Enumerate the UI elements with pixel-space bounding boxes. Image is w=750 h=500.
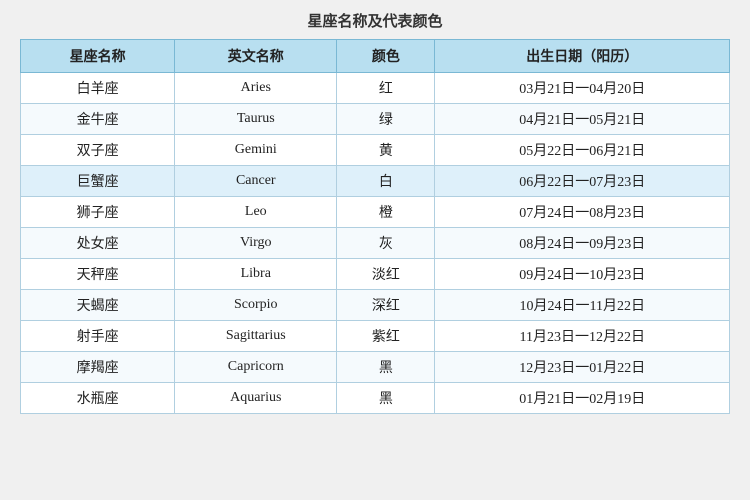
cell-8-1: Sagittarius (175, 321, 337, 352)
zodiac-table: 星座名称英文名称颜色出生日期（阳历） 白羊座Aries红03月21日一04月20… (20, 39, 730, 414)
cell-0-3: 03月21日一04月20日 (435, 73, 730, 104)
table-row: 射手座Sagittarius紫红11月23日一12月22日 (21, 321, 730, 352)
cell-2-1: Gemini (175, 135, 337, 166)
cell-6-1: Libra (175, 259, 337, 290)
cell-2-2: 黄 (337, 135, 435, 166)
cell-7-3: 10月24日一11月22日 (435, 290, 730, 321)
table-row: 白羊座Aries红03月21日一04月20日 (21, 73, 730, 104)
page-title: 星座名称及代表颜色 (307, 10, 442, 31)
table-header-row: 星座名称英文名称颜色出生日期（阳历） (21, 40, 730, 73)
table-row: 双子座Gemini黄05月22日一06月21日 (21, 135, 730, 166)
cell-7-2: 深红 (337, 290, 435, 321)
cell-4-3: 07月24日一08月23日 (435, 197, 730, 228)
cell-2-0: 双子座 (21, 135, 175, 166)
cell-8-2: 紫红 (337, 321, 435, 352)
table-row: 摩羯座Capricorn黑12月23日一01月22日 (21, 352, 730, 383)
cell-10-0: 水瓶座 (21, 383, 175, 414)
column-header: 星座名称 (21, 40, 175, 73)
cell-2-3: 05月22日一06月21日 (435, 135, 730, 166)
cell-9-0: 摩羯座 (21, 352, 175, 383)
column-header: 颜色 (337, 40, 435, 73)
cell-6-3: 09月24日一10月23日 (435, 259, 730, 290)
cell-5-2: 灰 (337, 228, 435, 259)
cell-3-1: Cancer (175, 166, 337, 197)
cell-10-2: 黑 (337, 383, 435, 414)
column-header: 英文名称 (175, 40, 337, 73)
table-row: 处女座Virgo灰08月24日一09月23日 (21, 228, 730, 259)
table-row: 金牛座Taurus绿04月21日一05月21日 (21, 104, 730, 135)
cell-4-2: 橙 (337, 197, 435, 228)
table-row: 狮子座Leo橙07月24日一08月23日 (21, 197, 730, 228)
cell-8-0: 射手座 (21, 321, 175, 352)
cell-1-3: 04月21日一05月21日 (435, 104, 730, 135)
cell-4-0: 狮子座 (21, 197, 175, 228)
cell-10-1: Aquarius (175, 383, 337, 414)
cell-9-3: 12月23日一01月22日 (435, 352, 730, 383)
cell-3-0: 巨蟹座 (21, 166, 175, 197)
cell-10-3: 01月21日一02月19日 (435, 383, 730, 414)
column-header: 出生日期（阳历） (435, 40, 730, 73)
cell-5-3: 08月24日一09月23日 (435, 228, 730, 259)
cell-6-2: 淡红 (337, 259, 435, 290)
cell-8-3: 11月23日一12月22日 (435, 321, 730, 352)
table-row: 水瓶座Aquarius黑01月21日一02月19日 (21, 383, 730, 414)
cell-7-0: 天蝎座 (21, 290, 175, 321)
cell-6-0: 天秤座 (21, 259, 175, 290)
cell-5-0: 处女座 (21, 228, 175, 259)
table-row: 天蝎座Scorpio深红10月24日一11月22日 (21, 290, 730, 321)
cell-0-0: 白羊座 (21, 73, 175, 104)
cell-9-1: Capricorn (175, 352, 337, 383)
cell-5-1: Virgo (175, 228, 337, 259)
table-body: 白羊座Aries红03月21日一04月20日金牛座Taurus绿04月21日一0… (21, 73, 730, 414)
cell-0-1: Aries (175, 73, 337, 104)
table-row: 天秤座Libra淡红09月24日一10月23日 (21, 259, 730, 290)
table-row: 巨蟹座Cancer白06月22日一07月23日 (21, 166, 730, 197)
cell-3-2: 白 (337, 166, 435, 197)
cell-0-2: 红 (337, 73, 435, 104)
cell-1-0: 金牛座 (21, 104, 175, 135)
cell-3-3: 06月22日一07月23日 (435, 166, 730, 197)
cell-1-1: Taurus (175, 104, 337, 135)
cell-4-1: Leo (175, 197, 337, 228)
cell-9-2: 黑 (337, 352, 435, 383)
cell-1-2: 绿 (337, 104, 435, 135)
cell-7-1: Scorpio (175, 290, 337, 321)
